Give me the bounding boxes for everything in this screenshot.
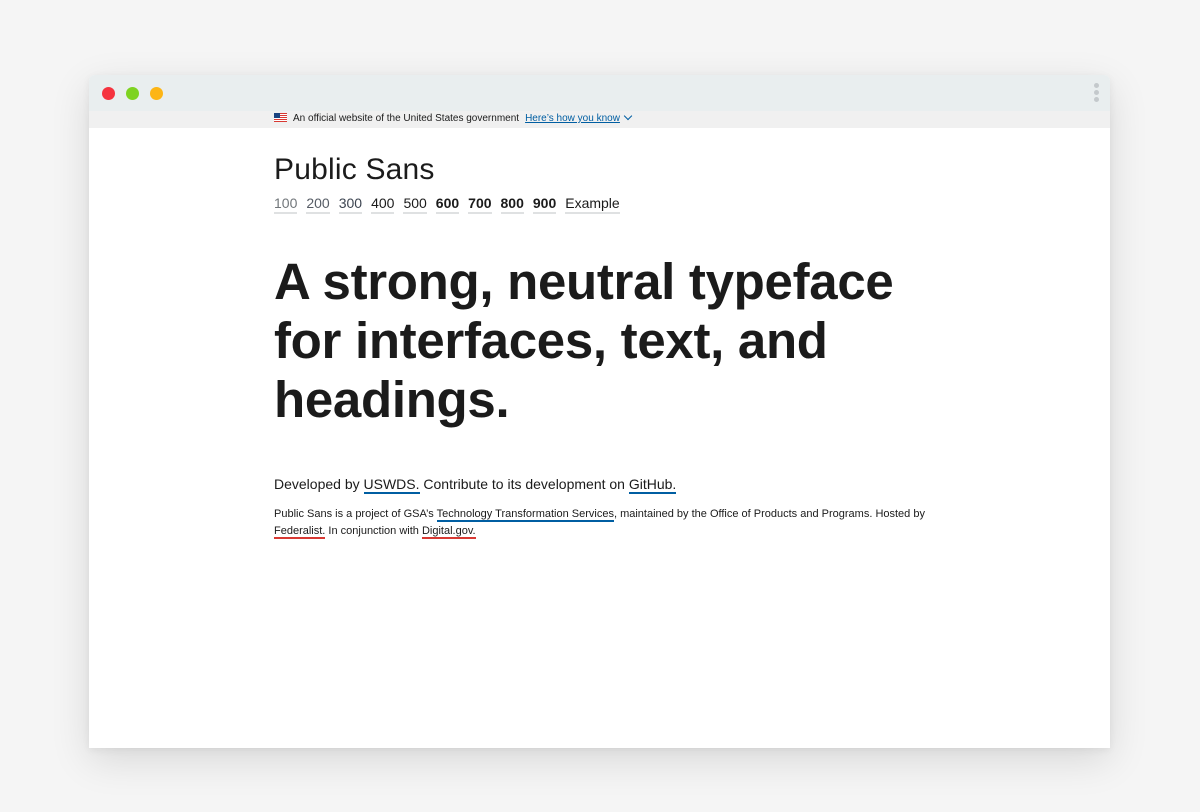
weight-nav: 100 200 300 400 500 600 700 800 900 Example <box>274 194 629 214</box>
us-flag-icon <box>274 113 287 122</box>
chevron-down-icon[interactable] <box>623 111 633 121</box>
weight-link-900[interactable]: 900 <box>532 194 557 214</box>
footnote-part2: , maintained by the Office of Products a… <box>613 508 925 520</box>
gov-banner-text: An official website of the United States… <box>293 113 520 124</box>
weight-link-700[interactable]: 700 <box>468 194 492 214</box>
weight-link-600[interactable]: 600 <box>435 194 460 214</box>
more-options-icon[interactable] <box>1091 83 1101 105</box>
footnote: Public Sans is a project of GSA’s Techno… <box>274 506 934 540</box>
tts-link[interactable]: Technology Transformation Services <box>436 508 614 522</box>
browser-window: An official website of the United States… <box>89 75 1110 748</box>
developed-by-line: Developed by USWDS. Contribute to its de… <box>274 475 677 494</box>
maximize-window-button[interactable] <box>150 87 163 100</box>
close-window-button[interactable] <box>102 87 115 100</box>
minimize-window-button[interactable] <box>126 87 139 100</box>
heres-how-you-know-link[interactable]: Here’s how you know <box>525 113 620 124</box>
heres-how-you-know-label: Here’s how you know <box>525 113 620 124</box>
digitalgov-link[interactable]: Digital.gov. <box>421 525 476 539</box>
example-link[interactable]: Example <box>565 194 620 214</box>
dev-line-prefix: Developed by <box>274 476 364 492</box>
weight-link-500[interactable]: 500 <box>403 194 427 214</box>
footnote-part3: In conjunction with <box>325 525 422 537</box>
footnote-part1: Public Sans is a project of GSA’s <box>274 508 437 520</box>
weight-link-800[interactable]: 800 <box>500 194 524 214</box>
site-title: Public Sans <box>274 153 435 186</box>
gov-banner: An official website of the United States… <box>89 111 1110 128</box>
weight-link-400[interactable]: 400 <box>371 194 395 214</box>
federalist-link[interactable]: Federalist. <box>274 525 326 539</box>
uswds-link[interactable]: USWDS. <box>363 476 420 494</box>
weight-link-300[interactable]: 300 <box>338 194 363 214</box>
window-titlebar <box>89 75 1110 111</box>
weight-link-100[interactable]: 100 <box>274 194 298 214</box>
github-link[interactable]: GitHub. <box>628 476 677 494</box>
headline: A strong, neutral typeface for interface… <box>274 253 894 428</box>
weight-link-200[interactable]: 200 <box>306 194 330 214</box>
dev-line-middle: Contribute to its development on <box>419 476 629 492</box>
